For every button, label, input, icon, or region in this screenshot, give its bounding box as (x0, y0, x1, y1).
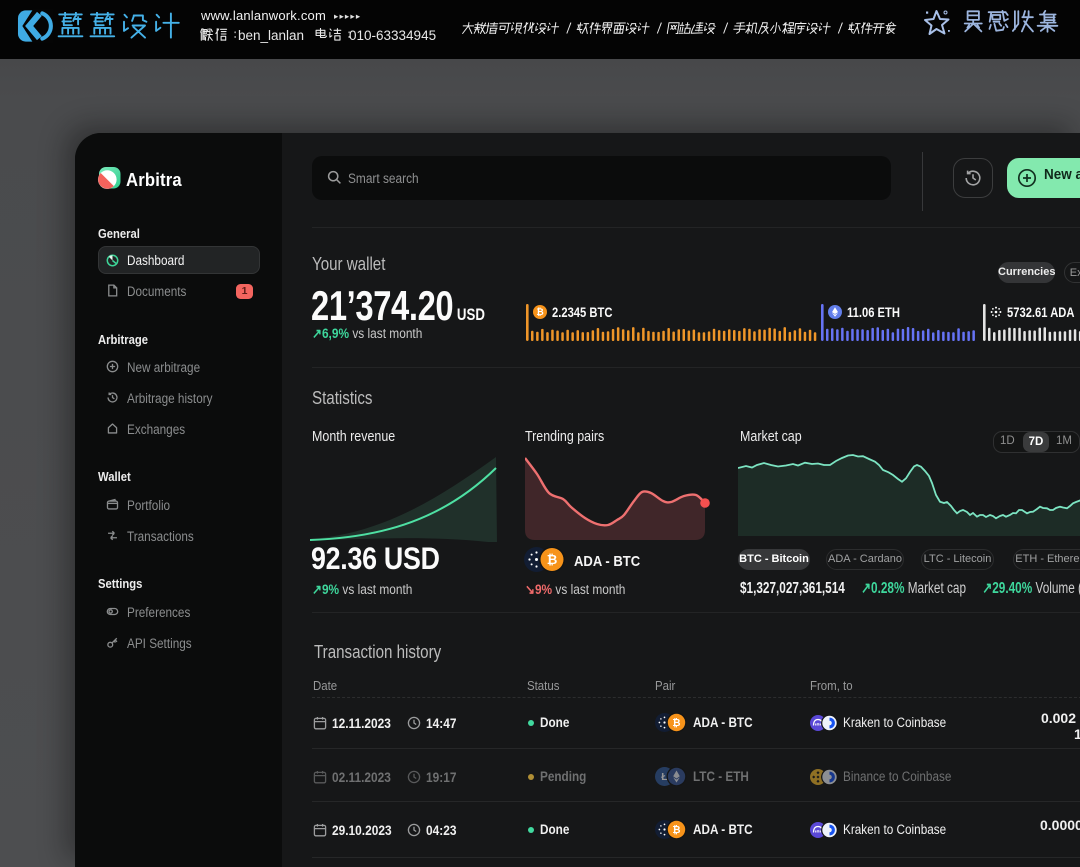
svg-text:₿: ₿ (672, 717, 680, 729)
svg-text:₿: ₿ (672, 824, 680, 836)
svg-text:₿: ₿ (536, 307, 543, 317)
svg-text:₿: ₿ (547, 552, 558, 567)
